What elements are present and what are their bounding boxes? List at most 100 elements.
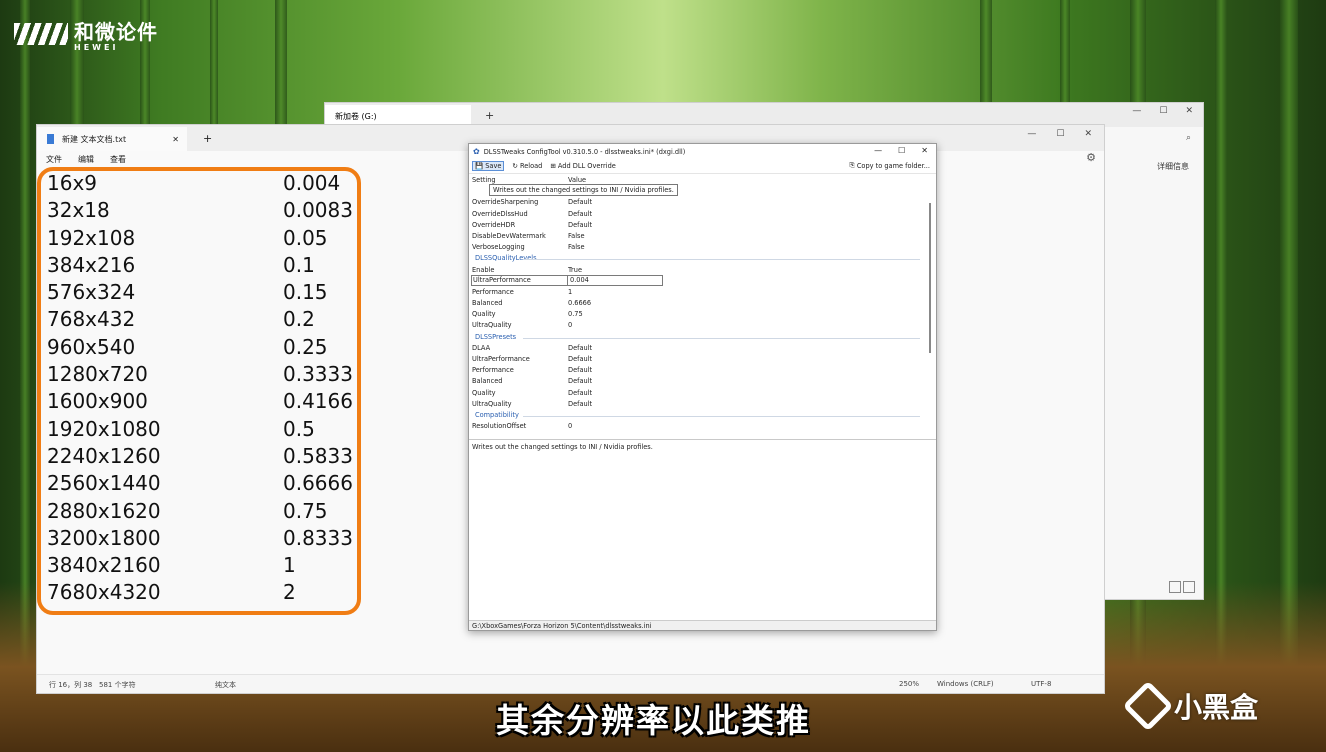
setting-row[interactable]: VerboseLogging False [471,242,924,253]
description-panel: Writes out the changed settings to INI /… [469,439,936,622]
ini-path: G:\XboxGames\Forza Horizon 5\Content\dls… [472,622,652,630]
add-dll-override-button[interactable]: ⊞ Add DLL Override [550,162,615,170]
notepad-new-tab-button[interactable]: + [203,132,212,145]
setting-value[interactable]: Default [568,221,592,229]
setting-value[interactable]: False [568,232,585,240]
setting-row-selected[interactable]: UltraPerformance 0.004 [471,274,924,287]
setting-value[interactable]: 0.6666 [568,299,591,307]
dlss-maximize-button[interactable]: ☐ [898,146,905,155]
setting-row[interactable]: OverrideSharpening Default [471,197,924,208]
setting-value[interactable]: 0.75 [568,310,583,318]
setting-row[interactable]: UltraQuality 0 [471,320,924,331]
menu-view[interactable]: 查看 [110,154,126,165]
status-cursor-position: 行 16，列 38 [49,681,93,689]
setting-value[interactable]: Value [568,176,586,184]
setting-value[interactable]: 0 [568,321,572,329]
setting-row[interactable]: UltraQuality Default [471,399,924,410]
save-button[interactable]: 💾 Save [472,161,505,171]
setting-name: Compatibility [475,410,519,419]
logo-mark-icon [14,22,68,45]
menu-file[interactable]: 文件 [46,154,62,165]
dlss-app-icon: ✿ [473,147,480,156]
setting-name: DLSSQualityLevels [475,254,537,263]
copy-to-game-folder-button[interactable]: ⎘ Copy to game folder... [850,161,930,170]
setting-name: Performance [472,366,514,375]
setting-row[interactable]: Quality Default [471,388,924,399]
setting-name: Balanced [472,299,503,308]
status-char-count: 581 个字符 [99,681,136,689]
dlss-close-button[interactable]: ✕ [921,146,928,155]
status-zoom[interactable]: 250% [899,680,919,688]
status-line-ending: Windows (CRLF) [937,680,994,688]
setting-row[interactable]: Balanced Default [471,376,924,387]
copy-icon: ⎘ [849,161,855,169]
setting-row[interactable]: Quality 0.75 [471,309,924,320]
tiles-view-icon[interactable] [1183,581,1195,593]
save-icon: 💾 [475,162,484,170]
setting-row[interactable]: DLAA Default [471,343,924,354]
setting-row[interactable]: DisableDevWatermark False [471,231,924,242]
explorer-new-tab-button[interactable]: + [485,109,494,122]
setting-row[interactable]: ResolutionOffset 0 [471,421,924,432]
brand-watermark: 小黑盒 [1122,680,1258,732]
setting-row[interactable]: Performance Default [471,365,924,376]
setting-name: OverrideDlssHud [472,209,528,218]
setting-name: UltraPerformance [471,274,568,286]
setting-name: OverrideSharpening [472,198,539,207]
setting-name: Performance [472,287,514,296]
setting-value[interactable]: Default [568,355,592,363]
settings-gear-icon[interactable]: ⚙ [1086,151,1096,164]
setting-value[interactable]: Default [568,366,592,374]
dlss-title: DLSSTweaks ConfigTool v0.310.5.0 - dlsst… [483,147,686,156]
notepad-maximize-button[interactable]: ☐ [1056,129,1064,139]
notepad-statusbar: 行 16，列 38 581 个字符 纯文本 250% Windows (CRLF… [37,674,1104,693]
dlss-minimize-button[interactable]: — [874,146,882,155]
setting-value[interactable]: Default [568,389,592,397]
category-dlss-quality-levels[interactable]: DLSSQualityLevels [471,253,924,264]
setting-value[interactable]: 0 [568,422,572,430]
search-icon[interactable]: ⌕ [1186,133,1191,143]
setting-name: Quality [472,388,496,397]
description-text: Writes out the changed settings to INI /… [472,443,653,451]
notepad-tab[interactable]: 新建 文本文档.txt ✕ [37,127,187,151]
brand-logo-icon [1122,680,1174,732]
setting-name: Setting [472,176,496,184]
setting-name: DLAA [472,343,491,352]
category-dlss-presets[interactable]: DLSSPresets [471,332,924,343]
setting-value[interactable]: Default [568,344,592,352]
notepad-close-button[interactable]: ✕ [1084,129,1092,139]
notepad-minimize-button[interactable]: — [1027,129,1036,139]
details-button[interactable]: 详细信息 [1157,161,1189,172]
channel-logo: 和微论件 HEWEI [14,16,158,52]
setting-row[interactable]: OverrideDlssHud Default [471,209,924,220]
status-format: 纯文本 [215,681,236,689]
setting-row[interactable]: UltraPerformance Default [471,354,924,365]
explorer-minimize-button[interactable]: — [1132,106,1141,116]
setting-value[interactable]: 0.004 [567,274,663,286]
dlsstweaks-window[interactable]: ✿ DLSSTweaks ConfigTool v0.310.5.0 - dls… [468,143,937,631]
setting-value[interactable]: 1 [568,288,572,296]
reload-button[interactable]: ↻ Reload [512,162,542,170]
details-view-icon[interactable] [1169,581,1181,593]
setting-value[interactable]: Default [568,400,592,408]
setting-value[interactable]: Default [568,198,592,206]
setting-value[interactable]: True [568,266,582,274]
setting-row[interactable]: Performance 1 [471,287,924,298]
setting-name: ResolutionOffset [472,422,527,431]
setting-value[interactable]: Default [568,377,592,385]
setting-row[interactable]: Balanced 0.6666 [471,298,924,309]
notepad-tab-close-icon[interactable]: ✕ [172,135,179,144]
explorer-maximize-button[interactable]: ☐ [1159,106,1167,116]
setting-name: Quality [472,310,496,319]
dlss-titlebar[interactable]: ✿ DLSSTweaks ConfigTool v0.310.5.0 - dls… [469,144,936,159]
category-compatibility[interactable]: Compatibility [471,410,924,421]
setting-value[interactable]: False [568,243,585,251]
menu-edit[interactable]: 编辑 [78,154,94,165]
settings-grid[interactable]: Setting Value OverrideSharpening Default Ove… [471,175,924,437]
explorer-close-button[interactable]: ✕ [1185,106,1193,116]
setting-row[interactable]: OverrideHDR Default [471,220,924,231]
setting-name: UltraPerformance [472,355,530,363]
setting-value[interactable]: Default [568,210,592,218]
settings-scrollbar[interactable] [926,175,934,437]
video-caption: 其余分辨率以此类推 [496,701,811,740]
